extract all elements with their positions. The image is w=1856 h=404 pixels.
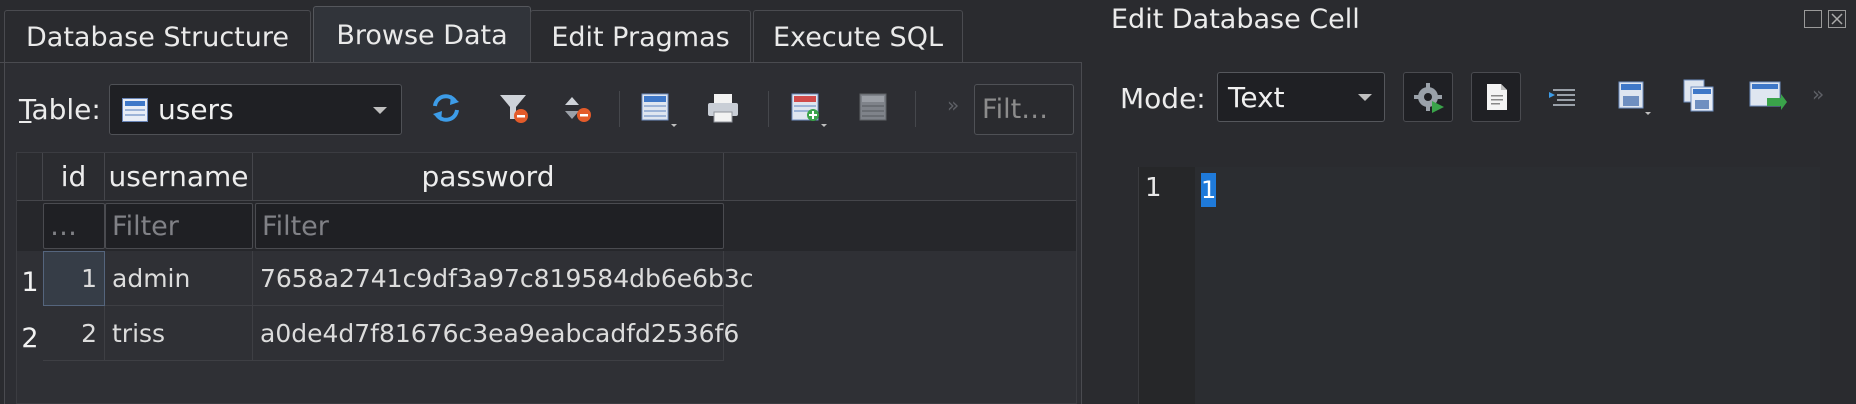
refresh-icon[interactable] (429, 91, 463, 125)
clear-filters-icon[interactable] (497, 91, 531, 125)
header-empty-area (724, 153, 1076, 201)
corner-header (17, 153, 43, 201)
editor-text-area[interactable]: 1 (1195, 167, 1820, 404)
table-cell-username[interactable]: admin (105, 251, 253, 306)
tab-edit-pragmas[interactable]: Edit Pragmas (530, 10, 751, 63)
toolbar-separator (915, 91, 916, 127)
selected-text: 1 (1201, 173, 1216, 207)
mode-select[interactable]: Text (1217, 72, 1385, 122)
text-document-icon[interactable] (1471, 72, 1521, 122)
table-select-value: users (158, 93, 234, 126)
cell-editor[interactable]: 1 1 (1138, 167, 1820, 404)
filter-input-password[interactable]: Filter (255, 203, 724, 249)
line-number-gutter: 1 (1139, 167, 1195, 404)
toolbar-separator (768, 91, 769, 127)
row-number[interactable]: 2 (17, 323, 43, 354)
print-icon[interactable] (705, 91, 739, 125)
apply-icon[interactable] (1741, 72, 1791, 122)
save-table-icon[interactable] (639, 91, 677, 127)
browse-toolbar: Table: users » Filt… (5, 63, 1083, 145)
close-panel-icon[interactable] (1828, 10, 1846, 28)
global-filter-placeholder: Filt… (982, 94, 1049, 125)
table-cell-id[interactable]: 1 (43, 251, 105, 306)
auto-format-icon[interactable] (1403, 72, 1453, 122)
word-wrap-icon[interactable] (1539, 72, 1589, 122)
app-window: Database Structure Browse Data Edit Prag… (0, 0, 1856, 404)
tab-bar: Database Structure Browse Data Edit Prag… (0, 0, 1082, 64)
delete-record-icon[interactable] (857, 91, 891, 125)
mode-select-value: Text (1228, 81, 1285, 114)
chevron-down-icon (1358, 94, 1372, 101)
filter-input-id[interactable]: … (43, 203, 105, 249)
tab-browse-data[interactable]: Browse Data (313, 6, 531, 64)
global-filter-input[interactable]: Filt… (974, 84, 1074, 135)
import-icon[interactable] (1607, 72, 1657, 122)
toolbar-separator (619, 91, 620, 127)
overflow-chevron-icon[interactable]: » (1812, 82, 1824, 106)
column-header-password[interactable]: password (253, 153, 724, 201)
chevron-down-icon (373, 107, 387, 114)
line-number: 1 (1145, 173, 1162, 203)
overflow-chevron-icon[interactable]: » (947, 93, 959, 117)
mode-label: Mode: (1120, 82, 1206, 115)
tab-execute-sql[interactable]: Execute SQL (753, 10, 963, 63)
insert-record-icon[interactable] (789, 91, 827, 127)
float-panel-icon[interactable] (1804, 10, 1822, 28)
table-cell-id[interactable]: 2 (43, 306, 105, 361)
table-label: Table: (19, 93, 101, 126)
sort-icon[interactable] (561, 91, 595, 125)
table-cell-password[interactable]: 7658a2741c9df3a97c819584db6e6b3c (253, 251, 754, 306)
column-header-id[interactable]: id (43, 153, 105, 201)
export-icon[interactable] (1673, 72, 1723, 122)
tab-database-structure[interactable]: Database Structure (4, 10, 311, 63)
table-icon (122, 98, 148, 122)
table-cell-username[interactable]: triss (105, 306, 253, 361)
data-grid: id username password … Filter Filter 1 1… (16, 152, 1077, 404)
filter-input-username[interactable]: Filter (105, 203, 253, 249)
table-cell-password[interactable]: a0de4d7f81676c3ea9eabcadfd2536f6 (253, 306, 739, 361)
edit-cell-title: Edit Database Cell (1111, 4, 1360, 35)
table-select[interactable]: users (109, 84, 402, 135)
column-header-username[interactable]: username (105, 153, 253, 201)
row-number[interactable]: 1 (17, 267, 43, 298)
browse-data-pane: Table: users » Filt… id username passwor… (4, 63, 1082, 404)
